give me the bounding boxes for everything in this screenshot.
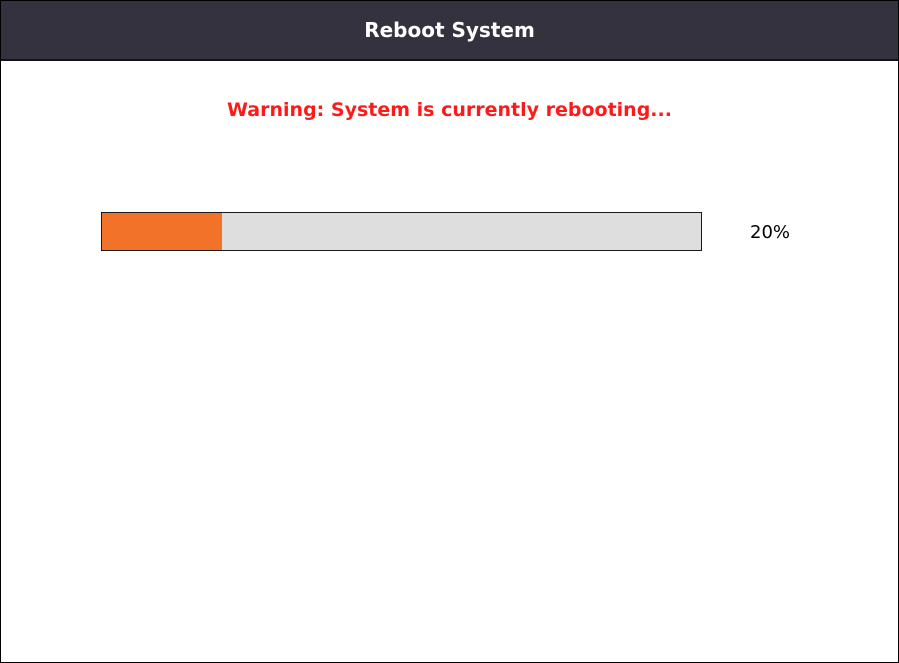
dialog-titlebar: Reboot System	[1, 1, 898, 61]
progress-percent: 20%	[750, 222, 791, 243]
reboot-dialog: Reboot System Warning: System is current…	[0, 0, 899, 663]
progress-bar-fill	[102, 213, 222, 250]
dialog-title: Reboot System	[364, 18, 535, 42]
warning-message: Warning: System is currently rebooting..…	[227, 99, 672, 121]
progress-bar	[101, 212, 702, 251]
